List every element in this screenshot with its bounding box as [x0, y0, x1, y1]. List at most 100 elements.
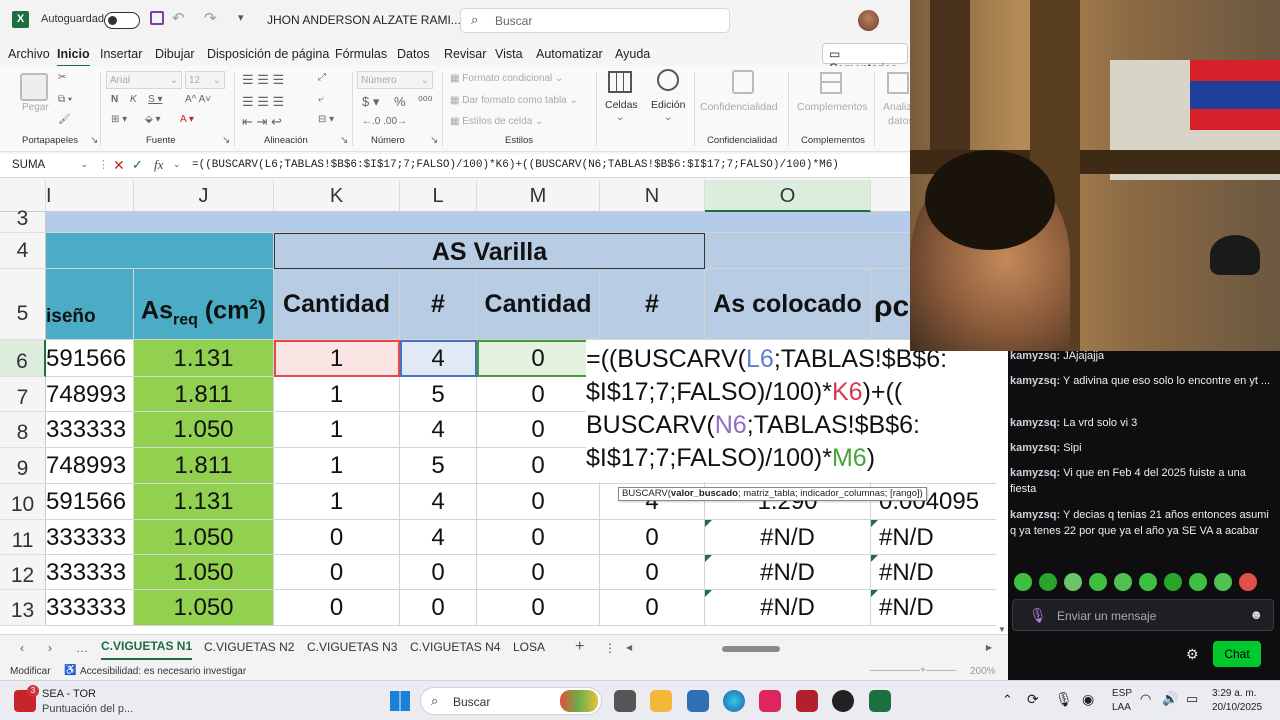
tab-disposicion[interactable]: Disposición de página — [207, 47, 329, 61]
tab-dibujar[interactable]: Dibujar — [155, 47, 195, 61]
language-indicator-region[interactable]: LAA — [1112, 702, 1131, 713]
confidentiality-button[interactable]: Confidencialidad — [700, 101, 778, 113]
cell-m12[interactable]: 0 — [477, 555, 600, 590]
analyze-data-icon[interactable] — [887, 72, 909, 94]
volume-icon[interactable]: 🔊 — [1162, 691, 1178, 707]
cell-k8[interactable]: 1 — [274, 412, 400, 448]
clipboard-launcher-icon[interactable]: ↘ — [90, 135, 98, 146]
row-header[interactable]: 8 — [0, 412, 46, 448]
sheet-menu-icon[interactable]: … — [76, 641, 88, 655]
emoji-icon[interactable]: ☻ — [1249, 607, 1263, 622]
formula-input[interactable]: =((BUSCARV(L6;TABLAS!$B$6:$I$17;7;FALSO)… — [192, 159, 839, 171]
task-view-icon[interactable] — [614, 690, 636, 712]
cell-j7[interactable]: 1.811 — [134, 377, 274, 412]
font-size-select[interactable]: 12 ⌄ — [185, 71, 225, 89]
col-header-n[interactable]: N — [600, 180, 705, 212]
emote-icon[interactable] — [1139, 573, 1157, 591]
cell-m9[interactable]: 0 — [477, 448, 600, 484]
paste-icon[interactable] — [20, 73, 48, 101]
cell-k7[interactable]: 1 — [274, 377, 400, 412]
currency-icon[interactable]: $ ▾ — [362, 94, 379, 110]
cell-o11[interactable]: #N/D — [705, 520, 871, 555]
cell-l9[interactable]: 5 — [400, 448, 477, 484]
cell-m10[interactable]: 0 — [477, 484, 600, 520]
analyze-data-label-1[interactable]: Analiz — [883, 101, 912, 113]
confidentiality-icon[interactable] — [732, 70, 754, 94]
fill-color-icon[interactable]: ⬙ ▾ — [145, 114, 161, 125]
cell-j6[interactable]: 1.131 — [134, 340, 274, 377]
cell-l6[interactable]: 4 — [400, 340, 477, 377]
avatar[interactable] — [858, 10, 879, 31]
cell-m13[interactable]: 0 — [477, 590, 600, 626]
cell-k6[interactable]: 1 — [274, 340, 400, 377]
sheet-tab-vigueta-n3[interactable]: C.VIGUETAS N3 — [307, 640, 397, 654]
wifi-icon[interactable]: ◠ — [1140, 691, 1151, 707]
cell-n12[interactable]: 0 — [600, 555, 705, 590]
paste-button[interactable]: Pegar — [22, 102, 49, 113]
cell-l11[interactable]: 4 — [400, 520, 477, 555]
edge-icon[interactable] — [723, 690, 745, 712]
cut-icon[interactable]: ✂ — [58, 72, 66, 83]
diseno-header[interactable]: iseño — [46, 269, 134, 340]
quick-access-more-icon[interactable]: ▾ — [238, 11, 244, 24]
function-tooltip[interactable]: BUSCARV(valor_buscado; matriz_tabla; ind… — [618, 487, 927, 501]
language-indicator[interactable]: ESP — [1112, 688, 1132, 699]
file-explorer-icon[interactable] — [650, 690, 672, 712]
cell-p11[interactable]: #N/D — [871, 520, 1008, 555]
merge-icon[interactable]: ⊟ ▾ — [318, 114, 334, 125]
fx-chevron-icon[interactable]: ⌄ — [173, 159, 181, 170]
clock-time[interactable]: 3:29 a. m. — [1212, 688, 1256, 699]
in-cell-formula-editor[interactable]: =((BUSCARV(L6;TABLAS!$B$6: $I$17;7;FALSO… — [586, 340, 996, 482]
cell-i10[interactable]: 591566 — [46, 484, 134, 520]
cell-o13[interactable]: #N/D — [705, 590, 871, 626]
emote-icon[interactable] — [1239, 573, 1257, 591]
cell-m8[interactable]: 0 — [477, 412, 600, 448]
camera-tray-icon[interactable]: ◉ — [1082, 691, 1094, 708]
tab-datos[interactable]: Datos — [397, 47, 430, 61]
align-top-icon[interactable]: ☰ ☰ ☰ — [242, 72, 284, 88]
scroll-thumb[interactable] — [722, 646, 780, 652]
cell-l12[interactable]: 0 — [400, 555, 477, 590]
tab-revisar[interactable]: Revisar — [444, 47, 486, 61]
scroll-right-icon[interactable]: ▶ — [986, 643, 992, 652]
document-title[interactable]: JHON ANDERSON ALZATE RAMI... ⌄ — [267, 13, 474, 27]
chat-send-button[interactable]: Chat — [1213, 641, 1261, 667]
as-varilla-header[interactable]: AS Varilla — [274, 233, 705, 269]
cell-l8[interactable]: 4 — [400, 412, 477, 448]
row-header[interactable]: 3 — [0, 208, 46, 233]
accessibility-status[interactable]: Accesibilidad: es necesario investigar — [80, 666, 246, 677]
cell-i7[interactable]: 748993 — [46, 377, 134, 412]
tab-archivo[interactable]: Archivo — [8, 47, 50, 61]
row-header[interactable]: 13 — [0, 590, 46, 626]
row-3-band[interactable] — [46, 212, 1008, 233]
as-colocado-header[interactable]: As colocado — [705, 269, 871, 340]
thousands-icon[interactable]: ⁰⁰⁰ — [418, 94, 432, 108]
increase-font-icon[interactable]: A^ A˅ — [185, 94, 211, 105]
number-format-select[interactable]: Número ⌄ — [357, 71, 433, 89]
font-launcher-icon[interactable]: ↘ — [222, 135, 230, 146]
cell-j11[interactable]: 1.050 — [134, 520, 274, 555]
cell-k10[interactable]: 1 — [274, 484, 400, 520]
row-header[interactable]: 5 — [0, 269, 46, 340]
tab-automatizar[interactable]: Automatizar — [536, 47, 603, 61]
tab-formulas[interactable]: Fórmulas — [335, 47, 387, 61]
increase-decimal-icon[interactable]: ←.0 .00→ — [362, 116, 407, 127]
chat-message-input[interactable]: 🎙 Enviar un mensaje ☻ — [1012, 599, 1274, 631]
hash-header-1[interactable]: # — [400, 269, 477, 340]
row-header[interactable]: 4 — [0, 233, 46, 269]
row-header[interactable]: 7 — [0, 377, 46, 412]
col-header-i[interactable]: I — [46, 180, 134, 212]
cell-i9[interactable]: 748993 — [46, 448, 134, 484]
cell-i13[interactable]: 333333 — [46, 590, 134, 626]
cell-m7[interactable]: 0 — [477, 377, 600, 412]
emote-icon[interactable] — [1089, 573, 1107, 591]
tab-inicio[interactable]: Inicio — [57, 47, 90, 67]
cell-j9[interactable]: 1.811 — [134, 448, 274, 484]
obs-icon[interactable] — [832, 690, 854, 712]
tab-insertar[interactable]: Insertar — [100, 47, 142, 61]
row-header[interactable]: 6 — [0, 340, 46, 377]
bold-icon[interactable]: N — [111, 94, 118, 105]
next-sheet-icon[interactable]: › — [48, 641, 52, 655]
cantidad-header-1[interactable]: Cantidad — [274, 269, 400, 340]
name-box[interactable]: SUMA ⌄ — [6, 156, 92, 176]
